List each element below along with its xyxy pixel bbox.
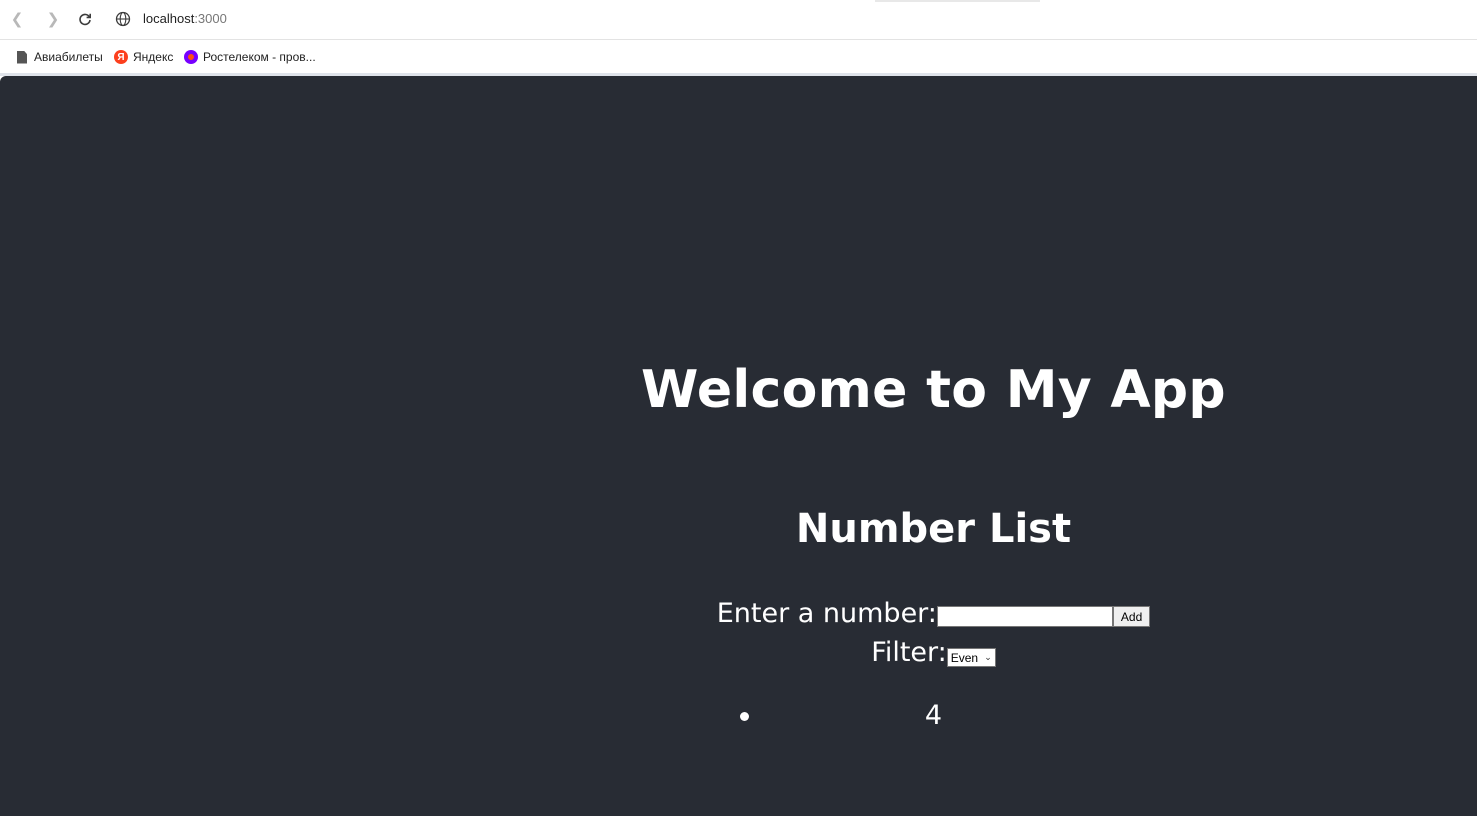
address-bar[interactable]: localhost:3000 [143, 11, 227, 26]
number-label: Enter a number: [716, 598, 937, 629]
url-port: :3000 [194, 11, 227, 26]
rostelecom-icon [184, 50, 198, 64]
bookmarks-bar: Авиабилеты Я Яндекс Ростелеком - пров... [0, 40, 1477, 73]
add-button[interactable]: Add [1112, 606, 1151, 627]
chevron-down-icon: ⌄ [984, 652, 992, 662]
reload-icon[interactable] [75, 9, 95, 29]
bookmark-yandex[interactable]: Я Яндекс [114, 49, 173, 65]
globe-icon [114, 10, 132, 28]
bookmark-rostelecom[interactable]: Ростелеком - пров... [184, 49, 316, 65]
section-title: Number List [795, 506, 1072, 552]
filter-select[interactable]: Even ⌄ [946, 648, 996, 667]
bookmark-aviabilety[interactable]: Авиабилеты [15, 49, 103, 65]
page-title: Welcome to My App [641, 360, 1226, 420]
document-icon [17, 50, 27, 64]
number-entry-row: Enter a number: Add [390, 596, 1477, 632]
bookmark-label: Авиабилеты [34, 50, 103, 64]
forward-icon[interactable]: ❯ [43, 9, 63, 29]
bookmark-label: Ростелеком - пров... [203, 50, 316, 64]
yandex-icon: Я [114, 50, 128, 64]
bookmark-label: Яндекс [133, 50, 174, 64]
list-item-value: 4 [924, 700, 943, 731]
url-host: localhost [143, 11, 195, 26]
tab-strip-edge [875, 0, 1040, 2]
app-root: Welcome to My App Number List Enter a nu… [0, 76, 1477, 816]
browser-toolbar: ❮ ❯ localhost:3000 [0, 0, 1477, 40]
number-input[interactable] [936, 606, 1113, 627]
filter-label: Filter: [871, 637, 947, 668]
filter-row: Filter: Even ⌄ [390, 635, 1477, 671]
list-item: 4 [390, 698, 1477, 734]
back-icon[interactable]: ❮ [7, 9, 27, 29]
bullet-icon [740, 712, 749, 721]
number-list: 4 [390, 698, 1477, 734]
filter-selected-value: Even [950, 650, 979, 665]
